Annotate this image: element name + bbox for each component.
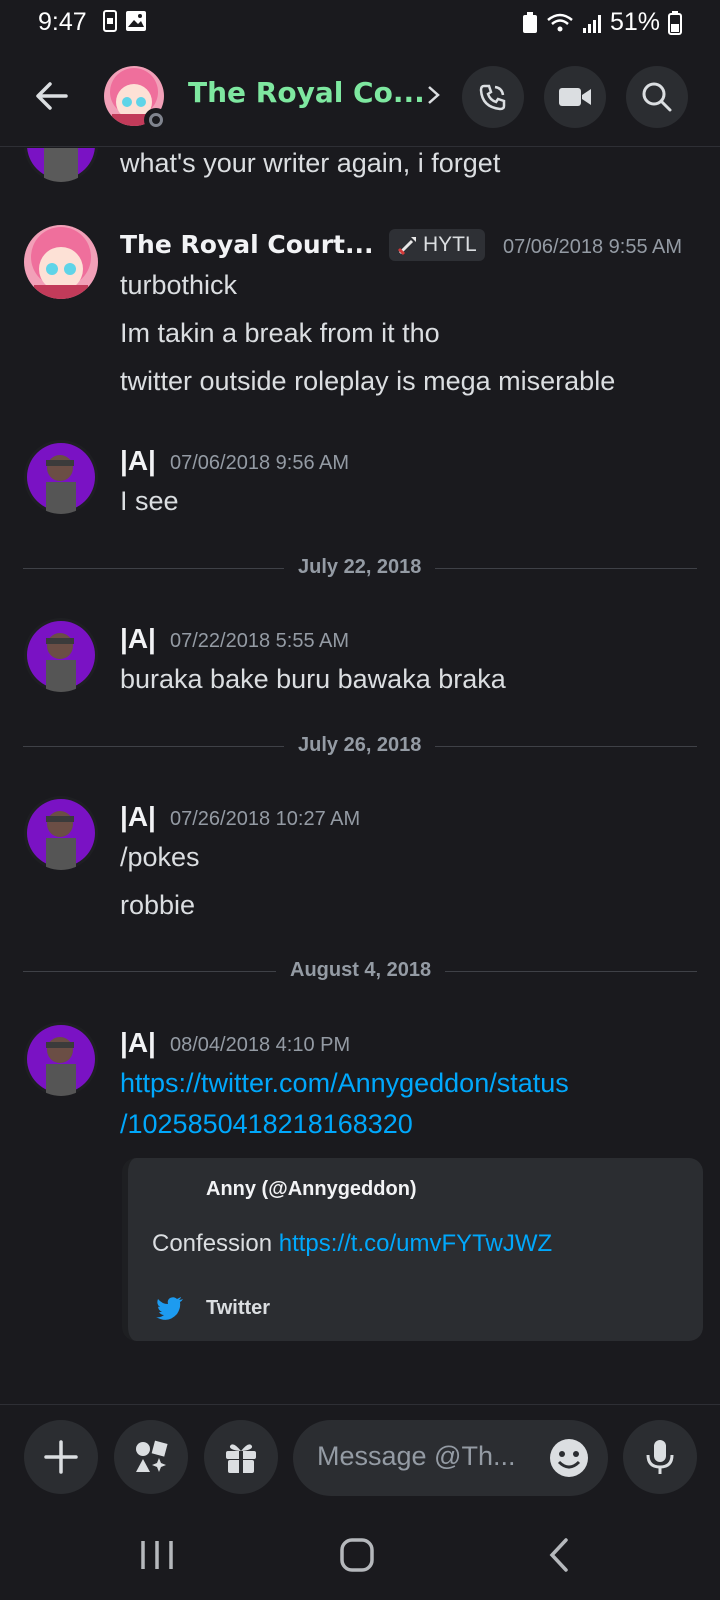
apps-button[interactable] — [114, 1420, 188, 1494]
battery-saver-icon — [522, 11, 537, 33]
search-icon — [642, 82, 672, 112]
username[interactable]: |A| — [120, 1027, 156, 1059]
date-divider-label: July 22, 2018 — [284, 556, 436, 579]
microphone-icon — [646, 1440, 674, 1474]
date-divider-label: July 26, 2018 — [284, 734, 436, 757]
username[interactable]: The Royal Court... — [120, 230, 373, 259]
embed-description: Confession https://t.co/umvFYTwJWZ — [152, 1230, 553, 1257]
user-avatar[interactable] — [24, 440, 98, 514]
embed-link[interactable]: https://t.co/umvFYTwJWZ — [279, 1230, 552, 1257]
message-text: /pokes — [120, 842, 200, 872]
apps-icon — [136, 1440, 168, 1472]
battery-level: 51% — [609, 8, 660, 36]
message-link[interactable]: /1025850418218168320 — [120, 1109, 413, 1140]
home-icon[interactable] — [340, 1538, 374, 1572]
username[interactable]: |A| — [120, 801, 156, 833]
timestamp: 07/06/2018 9:55 AM — [503, 236, 683, 258]
chat-title[interactable]: The Royal Co... — [188, 76, 425, 109]
twitter-bird-icon — [156, 1297, 183, 1320]
message-input[interactable]: Message @Th... — [293, 1420, 608, 1496]
embed-author[interactable]: Anny (@Annygeddon) — [206, 1178, 417, 1201]
gift-button[interactable] — [204, 1420, 278, 1494]
user-avatar[interactable] — [24, 796, 98, 870]
voice-message-button[interactable] — [623, 1420, 697, 1494]
username[interactable]: |A| — [120, 445, 156, 477]
wifi-icon — [547, 13, 573, 31]
message-link[interactable]: https://twitter.com/Annygeddon/status — [120, 1068, 569, 1099]
user-avatar[interactable] — [24, 618, 98, 692]
recent-apps-icon[interactable] — [140, 1540, 174, 1570]
status-bar: 9:47 51% — [0, 0, 720, 46]
message-text: twitter outside roleplay is mega miserab… — [120, 366, 616, 396]
image-icon — [126, 11, 146, 31]
voice-call-button[interactable] — [462, 66, 524, 128]
sword-icon — [397, 237, 416, 256]
status-indicator — [144, 108, 168, 132]
gift-icon — [226, 1444, 256, 1473]
message-text: turbothick — [120, 270, 238, 300]
user-avatar[interactable] — [24, 1022, 98, 1096]
back-arrow-icon[interactable] — [34, 78, 70, 114]
message-text: Im takin a break from it tho — [120, 318, 440, 348]
back-nav-icon[interactable] — [548, 1538, 570, 1572]
composer-divider — [0, 1404, 720, 1405]
message-text: what's your writer again, i forget — [120, 148, 501, 178]
message-input-placeholder: Message @Th... — [317, 1441, 516, 1471]
link-embed[interactable]: Anny (@Annygeddon) Confession https://t.… — [122, 1158, 703, 1341]
message-text: I see — [120, 486, 179, 516]
signal-icon — [582, 14, 601, 33]
timestamp: 07/22/2018 5:55 AM — [170, 630, 350, 652]
message-text: buraka bake buru bawaka braka — [120, 664, 506, 694]
avatar-partial — [24, 148, 98, 182]
video-camera-icon — [559, 88, 591, 106]
status-time: 9:47 — [38, 8, 87, 36]
date-divider-label: August 4, 2018 — [276, 959, 446, 982]
username[interactable]: |A| — [120, 623, 156, 655]
timestamp: 07/06/2018 9:56 AM — [170, 452, 350, 474]
phone-storage-icon — [103, 10, 117, 32]
timestamp: 07/26/2018 10:27 AM — [170, 808, 361, 830]
message-text: robbie — [120, 890, 196, 920]
chevron-right-icon[interactable] — [426, 84, 442, 106]
embed-footer: Twitter — [206, 1297, 271, 1319]
video-call-button[interactable] — [544, 66, 606, 128]
user-avatar[interactable] — [24, 225, 98, 299]
search-button[interactable] — [626, 66, 688, 128]
chat-header: The Royal Co... — [0, 50, 720, 147]
add-attachment-button[interactable] — [24, 1420, 98, 1494]
timestamp: 08/04/2018 4:10 PM — [170, 1034, 351, 1056]
phone-call-icon — [479, 84, 506, 111]
role-badge[interactable]: HYTL — [389, 229, 485, 261]
emoji-icon[interactable] — [549, 1438, 589, 1478]
system-nav-bar — [0, 1500, 720, 1600]
battery-icon — [668, 10, 682, 35]
plus-icon — [44, 1440, 78, 1474]
